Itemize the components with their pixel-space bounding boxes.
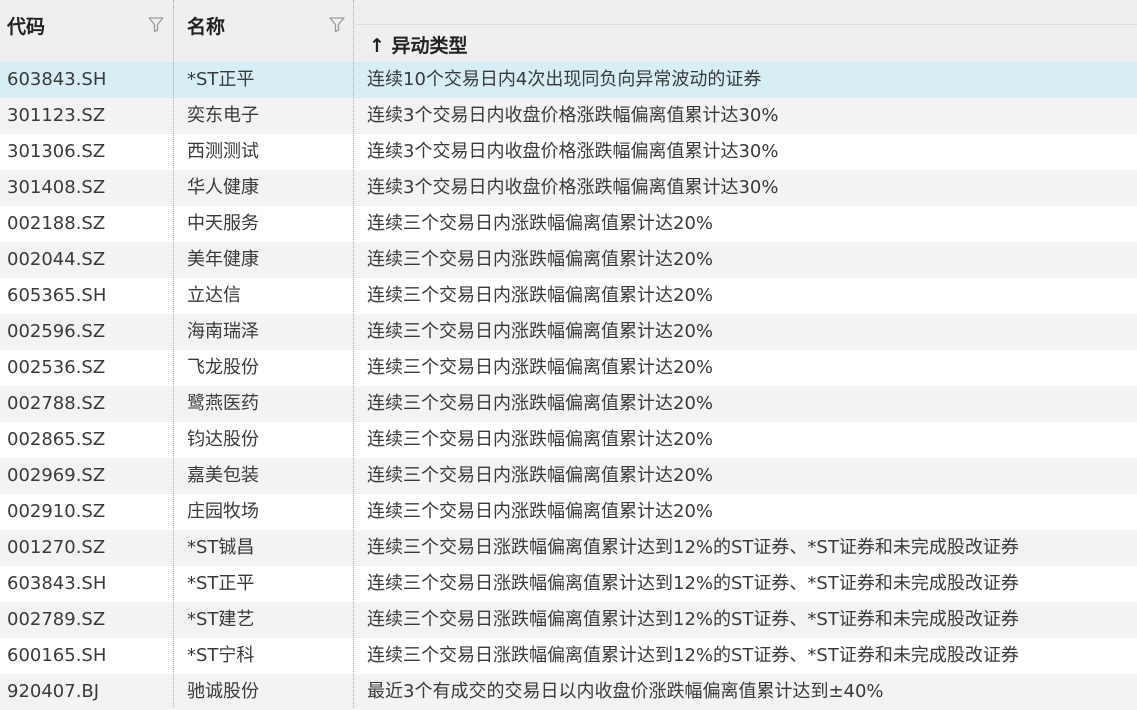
table-row[interactable]: 605365.SH 立达信 连续三个交易日内涨跌幅偏离值累计达20% bbox=[0, 278, 1137, 314]
table-body: 603843.SH *ST正平 连续10个交易日内4次出现同负向异常波动的证券 301… bbox=[0, 62, 1137, 710]
cell-name: *ST宁科 bbox=[187, 645, 255, 666]
cell-code: 301408.SZ bbox=[7, 177, 106, 198]
column-header-code[interactable]: 代码 bbox=[0, 0, 173, 62]
header-divider bbox=[355, 24, 1137, 25]
table-row[interactable]: 001270.SZ *ST铖昌 连续三个交易日涨跌幅偏离值累计达到12%的ST证券、… bbox=[0, 530, 1137, 566]
cell-type: 连续三个交易日内涨跌幅偏离值累计达20% bbox=[367, 213, 714, 234]
cell-code: 603843.SH bbox=[7, 69, 107, 90]
table-row[interactable]: 600165.SH *ST宁科 连续三个交易日涨跌幅偏离值累计达到12%的ST证券、… bbox=[0, 638, 1137, 674]
cell-code: 002188.SZ bbox=[7, 213, 106, 234]
cell-name: 嘉美包装 bbox=[187, 465, 259, 486]
cell-type: 连续3个交易日内收盘价格涨跌幅偏离值累计达30% bbox=[367, 177, 779, 198]
table-row[interactable]: 301123.SZ 奕东电子 连续3个交易日内收盘价格涨跌幅偏离值累计达30% bbox=[0, 98, 1137, 134]
cell-type: 连续3个交易日内收盘价格涨跌幅偏离值累计达30% bbox=[367, 105, 779, 126]
cell-name: 奕东电子 bbox=[187, 105, 259, 126]
cell-code: 002969.SZ bbox=[7, 465, 106, 486]
cell-type: 连续三个交易日内涨跌幅偏离值累计达20% bbox=[367, 357, 714, 378]
cell-type: 连续三个交易日涨跌幅偏离值累计达到12%的ST证券、*ST证券和未完成股改证券 bbox=[367, 573, 1019, 594]
table-header: 代码 名称 ↑ 异动类型 bbox=[0, 0, 1137, 62]
cell-type: 连续10个交易日内4次出现同负向异常波动的证券 bbox=[367, 69, 762, 90]
cell-type: 连续三个交易日内涨跌幅偏离值累计达20% bbox=[367, 465, 714, 486]
cell-name: 美年健康 bbox=[187, 249, 259, 270]
cell-code: 605365.SH bbox=[7, 285, 107, 306]
column-header-name-label: 名称 bbox=[187, 16, 226, 38]
cell-name: 立达信 bbox=[187, 285, 241, 306]
cell-name: 鹭燕医药 bbox=[187, 393, 259, 414]
cell-name: 华人健康 bbox=[187, 177, 259, 198]
cell-type: 连续3个交易日内收盘价格涨跌幅偏离值累计达30% bbox=[367, 141, 779, 162]
cell-code: 002596.SZ bbox=[7, 321, 106, 342]
table-row[interactable]: 603843.SH *ST正平 连续三个交易日涨跌幅偏离值累计达到12%的ST证券、… bbox=[0, 566, 1137, 602]
cell-name: *ST铖昌 bbox=[187, 537, 255, 558]
cell-code: 002044.SZ bbox=[7, 249, 106, 270]
table-row[interactable]: 002536.SZ 飞龙股份 连续三个交易日内涨跌幅偏离值累计达20% bbox=[0, 350, 1137, 386]
column-header-code-label: 代码 bbox=[7, 16, 46, 38]
table-row[interactable]: 301408.SZ 华人健康 连续3个交易日内收盘价格涨跌幅偏离值累计达30% bbox=[0, 170, 1137, 206]
cell-code: 301306.SZ bbox=[7, 141, 106, 162]
cell-code: 002910.SZ bbox=[7, 501, 106, 522]
column-header-type-label: ↑ 异动类型 bbox=[369, 35, 468, 57]
cell-type: 连续三个交易日内涨跌幅偏离值累计达20% bbox=[367, 321, 714, 342]
cell-type: 连续三个交易日内涨跌幅偏离值累计达20% bbox=[367, 285, 714, 306]
cell-name: 庄园牧场 bbox=[187, 501, 259, 522]
cell-name: 驰诚股份 bbox=[187, 681, 259, 702]
cell-type: 连续三个交易日内涨跌幅偏离值累计达20% bbox=[367, 249, 714, 270]
table-row[interactable]: 603843.SH *ST正平 连续10个交易日内4次出现同负向异常波动的证券 bbox=[0, 62, 1137, 98]
cell-code: 603843.SH bbox=[7, 573, 107, 594]
table-row[interactable]: 002788.SZ 鹭燕医药 连续三个交易日内涨跌幅偏离值累计达20% bbox=[0, 386, 1137, 422]
cell-code: 002789.SZ bbox=[7, 609, 106, 630]
cell-type: 连续三个交易日内涨跌幅偏离值累计达20% bbox=[367, 429, 714, 450]
cell-type: 连续三个交易日内涨跌幅偏离值累计达20% bbox=[367, 393, 714, 414]
cell-code: 002788.SZ bbox=[7, 393, 106, 414]
cell-type: 连续三个交易日涨跌幅偏离值累计达到12%的ST证券、*ST证券和未完成股改证券 bbox=[367, 609, 1019, 630]
cell-name: 西测测试 bbox=[187, 141, 259, 162]
table-row[interactable]: 002188.SZ 中天服务 连续三个交易日内涨跌幅偏离值累计达20% bbox=[0, 206, 1137, 242]
cell-code: 301123.SZ bbox=[7, 105, 106, 126]
cell-type: 连续三个交易日涨跌幅偏离值累计达到12%的ST证券、*ST证券和未完成股改证券 bbox=[367, 645, 1019, 666]
table-row[interactable]: 002865.SZ 钧达股份 连续三个交易日内涨跌幅偏离值累计达20% bbox=[0, 422, 1137, 458]
abnormal-movement-table: 代码 名称 ↑ 异动类型 603843.SH *ST正平 连续10个交易日内4次出现… bbox=[0, 0, 1137, 710]
filter-funnel-icon[interactable] bbox=[327, 14, 347, 34]
table-row[interactable]: 002910.SZ 庄园牧场 连续三个交易日内涨跌幅偏离值累计达20% bbox=[0, 494, 1137, 530]
cell-code: 600165.SH bbox=[7, 645, 107, 666]
cell-type: 连续三个交易日涨跌幅偏离值累计达到12%的ST证券、*ST证券和未完成股改证券 bbox=[367, 537, 1019, 558]
table-row[interactable]: 002044.SZ 美年健康 连续三个交易日内涨跌幅偏离值累计达20% bbox=[0, 242, 1137, 278]
column-header-name[interactable]: 名称 bbox=[174, 0, 353, 62]
table-row[interactable]: 002969.SZ 嘉美包装 连续三个交易日内涨跌幅偏离值累计达20% bbox=[0, 458, 1137, 494]
cell-name: *ST正平 bbox=[187, 69, 255, 90]
table-row[interactable]: 002596.SZ 海南瑞泽 连续三个交易日内涨跌幅偏离值累计达20% bbox=[0, 314, 1137, 350]
cell-name: *ST正平 bbox=[187, 573, 255, 594]
cell-name: 钧达股份 bbox=[187, 429, 259, 450]
cell-name: 海南瑞泽 bbox=[187, 321, 259, 342]
column-separator[interactable] bbox=[173, 0, 174, 708]
cell-code: 002865.SZ bbox=[7, 429, 106, 450]
column-separator[interactable] bbox=[353, 0, 354, 708]
cell-code: 920407.BJ bbox=[7, 681, 100, 702]
cell-name: 中天服务 bbox=[187, 213, 259, 234]
cell-name: *ST建艺 bbox=[187, 609, 255, 630]
cell-type: 连续三个交易日内涨跌幅偏离值累计达20% bbox=[367, 501, 714, 522]
filter-funnel-icon[interactable] bbox=[146, 14, 166, 34]
cell-code: 001270.SZ bbox=[7, 537, 106, 558]
table-row[interactable]: 920407.BJ 驰诚股份 最近3个有成交的交易日以内收盘价涨跌幅偏离值累计达到±… bbox=[0, 674, 1137, 710]
table-row[interactable]: 301306.SZ 西测测试 连续3个交易日内收盘价格涨跌幅偏离值累计达30% bbox=[0, 134, 1137, 170]
cell-code: 002536.SZ bbox=[7, 357, 106, 378]
cell-name: 飞龙股份 bbox=[187, 357, 259, 378]
table-row[interactable]: 002789.SZ *ST建艺 连续三个交易日涨跌幅偏离值累计达到12%的ST证券、… bbox=[0, 602, 1137, 638]
column-header-type[interactable]: ↑ 异动类型 bbox=[355, 0, 1137, 62]
cell-type: 最近3个有成交的交易日以内收盘价涨跌幅偏离值累计达到±40% bbox=[367, 681, 884, 702]
